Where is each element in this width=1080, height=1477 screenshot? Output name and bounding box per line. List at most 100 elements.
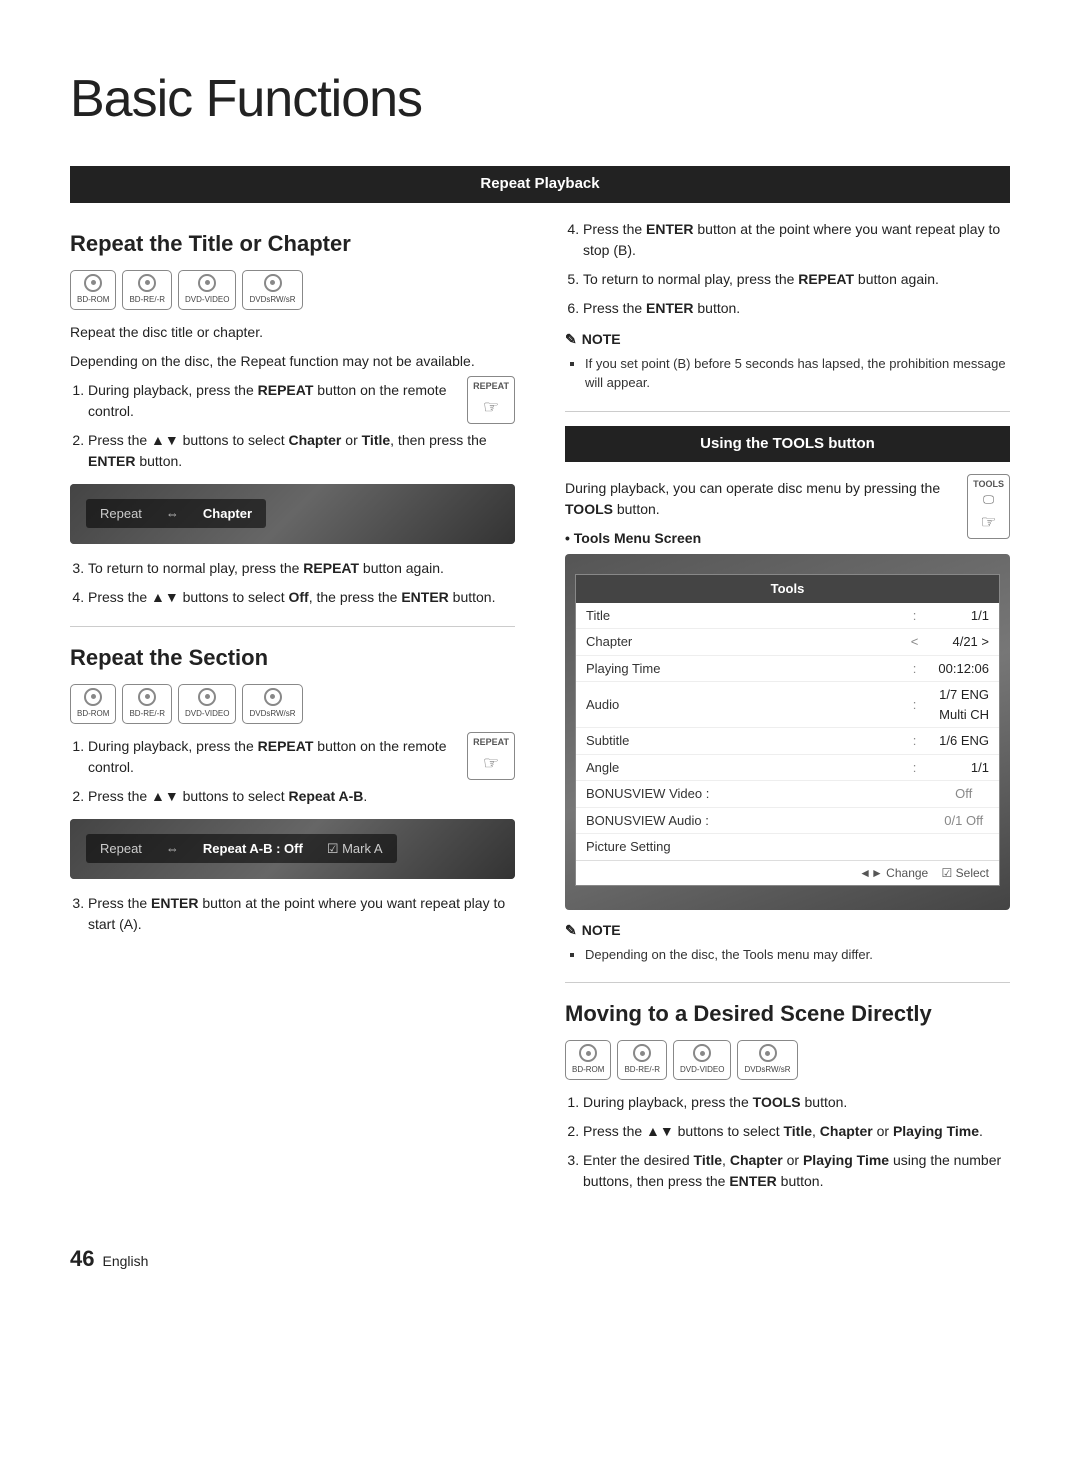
screen1-value: Chapter xyxy=(203,504,252,524)
disc-icon-dvdrw3: DVDsRW/sR xyxy=(737,1040,797,1080)
tools-row-bvvideo-val: Off xyxy=(928,781,999,808)
note-section1: NOTE If you set point (B) before 5 secon… xyxy=(565,329,1010,393)
disc-icons-row3: BD-ROM BD-RE/-R DVD-VIDEO DVDsRW/sR xyxy=(565,1040,1010,1080)
step3-3-title: Title xyxy=(694,1152,723,1168)
screen-content2: Repeat ⇔ Repeat A-B : Off ☑ Mark A xyxy=(86,834,397,864)
subtitle-moving-scene: Moving to a Desired Scene Directly xyxy=(565,997,1010,1030)
screen2-label: Repeat xyxy=(100,839,142,859)
intro-text1: Repeat the disc title or chapter. xyxy=(70,322,515,343)
disc-circle-dvdvideo xyxy=(198,274,216,292)
disc-icon-bdrom3: BD-ROM xyxy=(565,1040,611,1080)
step2-1-repeat: REPEAT xyxy=(258,738,314,754)
step3-3-enter: ENTER xyxy=(729,1173,776,1189)
tools-row-audio-label: Audio xyxy=(576,682,901,728)
step1-4-off: Off xyxy=(288,589,308,605)
step1-1: REPEAT ☞ During playback, press the REPE… xyxy=(88,380,515,422)
disc-circle-bdre2 xyxy=(138,688,156,706)
divider3 xyxy=(565,982,1010,983)
tools-row-ptime-val: 00:12:06 xyxy=(928,655,999,682)
repeat-btn-icon2: REPEAT ☞ xyxy=(467,732,515,780)
stepr-4-enter: ENTER xyxy=(646,221,693,237)
table-row: BONUSVIEW Audio : 0/1 Off xyxy=(576,807,999,834)
step2-1: REPEAT ☞ During playback, press the REPE… xyxy=(88,736,515,778)
disc-icon-dvdrw2: DVDsRW/sR xyxy=(242,684,302,724)
steps-right1: Press the ENTER button at the point wher… xyxy=(565,219,1010,319)
screen1-label: Repeat xyxy=(100,504,142,524)
disc-circle-dvdvideo3 xyxy=(693,1044,711,1062)
screen-repeat-ab: Repeat ⇔ Repeat A-B : Off ☑ Mark A xyxy=(70,819,515,879)
screen2-value: Repeat A-B : Off xyxy=(203,839,303,859)
disc-icon-dvdvideo2: DVD-VIDEO xyxy=(178,684,236,724)
tools-bold: TOOLS xyxy=(565,501,613,517)
steps-list2b: Press the ENTER button at the point wher… xyxy=(70,893,515,935)
disc-label-dvdrw2: DVDsRW/sR xyxy=(249,708,295,720)
step3-1: During playback, press the TOOLS button. xyxy=(583,1092,1010,1113)
tools-row-sub-val: 1/6 ENG xyxy=(928,728,999,755)
table-row: Picture Setting xyxy=(576,834,999,860)
step1-1-bold: REPEAT xyxy=(258,382,314,398)
disc-circle-bdrom xyxy=(84,274,102,292)
table-row: Title : 1/1 xyxy=(576,603,999,629)
step3-2-chapter: Chapter xyxy=(820,1123,873,1139)
section-header: Repeat Playback xyxy=(70,166,1010,203)
step1-4: Press the ▲▼ buttons to select Off, the … xyxy=(88,587,515,608)
step3-3: Enter the desired Title, Chapter or Play… xyxy=(583,1150,1010,1192)
disc-label-dvdrw: DVDsRW/sR xyxy=(249,294,295,306)
step3-3-chapter: Chapter xyxy=(730,1152,783,1168)
disc-circle-bdrom2 xyxy=(84,688,102,706)
tools-row-bvvideo-label: BONUSVIEW Video : xyxy=(576,781,928,808)
tools-row-picsetting-label: Picture Setting xyxy=(576,834,999,860)
disc-label-dvdvideo2: DVD-VIDEO xyxy=(185,708,229,720)
disc-label-dvdrw3: DVDsRW/sR xyxy=(744,1064,790,1076)
step3-3-playtime: Playing Time xyxy=(803,1152,889,1168)
page-footer: 46 English xyxy=(70,1242,1010,1275)
disc-icon-dvdvideo3: DVD-VIDEO xyxy=(673,1040,731,1080)
note2-item1: Depending on the disc, the Tools menu ma… xyxy=(585,945,1010,965)
step3-2: Press the ▲▼ buttons to select Title, Ch… xyxy=(583,1121,1010,1142)
page-title: Basic Functions xyxy=(70,60,1010,138)
table-row: Subtitle : 1/6 ENG xyxy=(576,728,999,755)
note1-title: NOTE xyxy=(565,329,1010,350)
disc-circle-dvdrw3 xyxy=(759,1044,777,1062)
tools-row-angle-sep: : xyxy=(901,754,929,781)
disc-icon-bdre3: BD-RE/-R xyxy=(617,1040,667,1080)
disc-icon-bdrom: BD-ROM xyxy=(70,270,116,310)
table-row: Playing Time : 00:12:06 xyxy=(576,655,999,682)
note2-title: NOTE xyxy=(565,920,1010,941)
screen2-arrow: ⇔ xyxy=(166,839,179,859)
disc-label-bdre2: BD-RE/-R xyxy=(129,708,165,720)
stepr-6: Press the ENTER button. xyxy=(583,298,1010,319)
note1-list: If you set point (B) before 5 seconds ha… xyxy=(565,354,1010,393)
note-section2: NOTE Depending on the disc, the Tools me… xyxy=(565,920,1010,965)
steps-list1: REPEAT ☞ During playback, press the REPE… xyxy=(70,380,515,472)
tools-row-chapter-sep: < xyxy=(901,629,929,656)
disc-circle-bdre xyxy=(138,274,156,292)
disc-label-bdrom2: BD-ROM xyxy=(77,708,109,720)
tools-row-title-val: 1/1 xyxy=(928,603,999,629)
tools-row-ptime-sep: : xyxy=(901,655,929,682)
tools-row-bvaudio-val: 0/1 Off xyxy=(928,807,999,834)
divider1 xyxy=(70,626,515,627)
step3-2-title: Title xyxy=(783,1123,812,1139)
stepr-5: To return to normal play, press the REPE… xyxy=(583,269,1010,290)
disc-circle-dvdrw xyxy=(264,274,282,292)
tools-row-title-label: Title xyxy=(576,603,901,629)
note1-title-text: NOTE xyxy=(582,329,621,350)
screen-content1: Repeat ⇔ Chapter xyxy=(86,499,266,529)
divider2 xyxy=(565,411,1010,412)
hand-icon3: ☞ xyxy=(973,509,1004,536)
disc-icons-row1: BD-ROM BD-RE/-R DVD-VIDEO DVDsRW/sR xyxy=(70,270,515,310)
two-col-layout: Repeat the Title or Chapter BD-ROM BD-RE… xyxy=(70,219,1010,1203)
disc-icon-bdre: BD-RE/-R xyxy=(122,270,172,310)
disc-icon-dvdrw: DVDsRW/sR xyxy=(242,270,302,310)
subtitle-repeat-section: Repeat the Section xyxy=(70,641,515,674)
table-row: Chapter < 4/21 > xyxy=(576,629,999,656)
step1-2-title: Title xyxy=(362,432,391,448)
disc-circle-dvdvideo2 xyxy=(198,688,216,706)
page-wrapper: Basic Functions Repeat Playback Repeat t… xyxy=(70,60,1010,1275)
tools-table-body: Title : 1/1 Chapter < 4/21 > Playing Tim… xyxy=(576,603,999,860)
tools-menu-screen-label: Tools Menu Screen xyxy=(565,528,1010,549)
hand-icon2: ☞ xyxy=(473,750,509,777)
table-row: Angle : 1/1 xyxy=(576,754,999,781)
tools-row-sub-sep: : xyxy=(901,728,929,755)
